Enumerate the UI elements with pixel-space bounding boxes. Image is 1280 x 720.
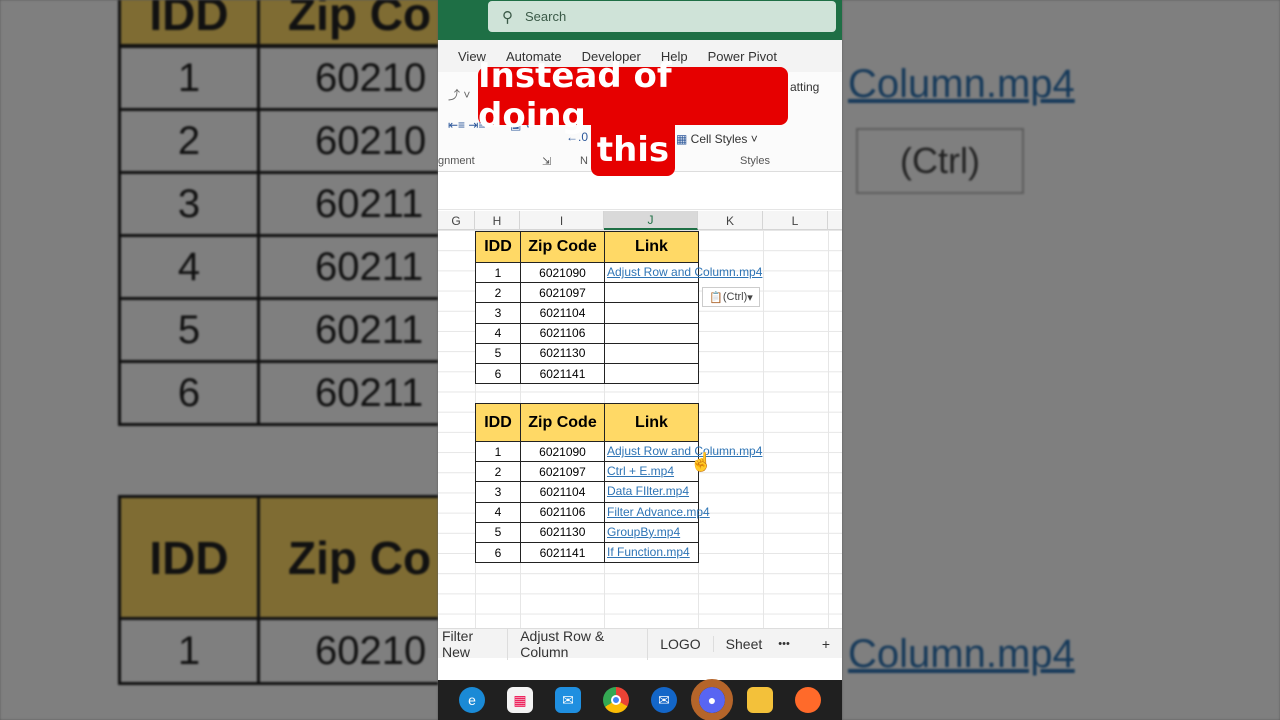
alignment-launcher-icon[interactable]: ⇲ xyxy=(542,155,551,168)
table-cell[interactable]: 6021090 xyxy=(520,441,605,463)
hyperlink[interactable]: Adjust Row and Column.mp4 xyxy=(607,265,762,279)
table-cell[interactable]: 6021130 xyxy=(520,521,605,543)
table-cell[interactable]: 6021097 xyxy=(520,282,605,304)
table-cell[interactable]: 1 xyxy=(475,441,521,463)
table-cell[interactable]: 6021090 xyxy=(520,262,605,284)
sheet-tab-logo[interactable]: LOGO xyxy=(648,635,714,652)
sheet-tabs: Filter New Adjust Row & Column LOGO Shee… xyxy=(438,627,842,660)
paste-options-label: (Ctrl) xyxy=(722,291,748,303)
table-cell[interactable]: 6021097 xyxy=(520,461,605,483)
hyperlink[interactable]: Filter Advance.mp4 xyxy=(607,505,710,519)
title-bar: ⚲ Search xyxy=(438,0,842,40)
search-box[interactable]: ⚲ Search xyxy=(488,1,836,32)
hyperlink[interactable]: Ctrl + E.mp4 xyxy=(607,464,674,478)
table-header-zip-code: Zip Code xyxy=(520,403,605,442)
table-cell[interactable]: 6 xyxy=(475,363,521,385)
thunderbird-icon[interactable]: ✉ xyxy=(651,687,677,713)
conditional-formatting-button[interactable]: atting xyxy=(790,80,819,94)
caption-banner-line2: this xyxy=(591,124,675,176)
styles-group-label: Styles xyxy=(740,155,770,167)
hyperlink[interactable]: Adjust Row and Column.mp4 xyxy=(607,444,762,458)
blurred-background-left: IDD Zip Co 16021026021036021146021156021… xyxy=(0,0,438,720)
more-sheets-button[interactable]: ••• xyxy=(766,638,802,650)
table-header-idd: IDD xyxy=(475,231,521,263)
firefox-icon[interactable] xyxy=(795,687,821,713)
table-cell[interactable] xyxy=(604,363,699,385)
table-header-link: Link xyxy=(604,231,699,263)
column-header-g[interactable]: G xyxy=(438,211,475,230)
table-cell[interactable] xyxy=(604,342,699,364)
sheet-tab-filter-new[interactable]: Filter New xyxy=(438,627,509,660)
search-icon: ⚲ xyxy=(502,8,513,26)
alignment-group-label: gnment xyxy=(438,155,475,167)
table-cell[interactable]: 3 xyxy=(475,481,521,503)
file-explorer-icon[interactable] xyxy=(747,687,773,713)
chrome-icon[interactable] xyxy=(603,687,629,713)
blurred-background-right: Column.mp4 (Ctrl) Column.mp4 xyxy=(842,0,1280,720)
edge-icon[interactable]: e xyxy=(459,687,485,713)
formula-area xyxy=(438,172,842,210)
column-header-j[interactable]: J xyxy=(604,211,698,230)
caption-banner: Instead of doing xyxy=(478,56,788,136)
orientation-icon[interactable]: ⤴ ˅ xyxy=(448,86,470,103)
table-cell[interactable]: 6021130 xyxy=(520,342,605,364)
search-placeholder: Search xyxy=(525,9,567,24)
table-cell[interactable]: 3 xyxy=(475,302,521,324)
hyperlink[interactable]: If Function.mp4 xyxy=(607,545,690,559)
table-cell[interactable]: 2 xyxy=(475,461,521,483)
paste-options-button[interactable]: 📋 (Ctrl) ▾ xyxy=(702,287,760,307)
column-headers: GHIJKL xyxy=(438,211,842,230)
column-header-l[interactable]: L xyxy=(763,211,828,230)
table-cell[interactable]: 6021106 xyxy=(520,322,605,344)
store-icon[interactable]: ▦ xyxy=(507,687,533,713)
table-cell[interactable]: 1 xyxy=(475,262,521,284)
table-cell[interactable]: 6 xyxy=(475,542,521,564)
table-cell[interactable] xyxy=(604,302,699,324)
column-header-k[interactable]: K xyxy=(698,211,763,230)
taskbar: e ▦ ✉ ✉ ● xyxy=(438,679,842,720)
table-header-zip-code: Zip Code xyxy=(520,231,605,263)
table-cell[interactable]: 4 xyxy=(475,501,521,523)
add-sheet-button[interactable]: + xyxy=(810,636,842,652)
table-cell[interactable]: 5 xyxy=(475,342,521,364)
table-cell[interactable]: 4 xyxy=(475,322,521,344)
grid-line xyxy=(828,230,829,628)
clipboard-icon: 📋 xyxy=(709,291,723,304)
table-cell[interactable]: 6021141 xyxy=(520,542,605,564)
sheet-tab-adjust-row-column[interactable]: Adjust Row & Column xyxy=(508,627,649,660)
table-cell[interactable]: 2 xyxy=(475,282,521,304)
table-cell[interactable]: 6021141 xyxy=(520,363,605,385)
number-group-label: N xyxy=(580,155,588,167)
table-header-idd: IDD xyxy=(475,403,521,442)
column-header-i[interactable]: I xyxy=(520,211,604,230)
hyperlink[interactable]: Data FIlter.mp4 xyxy=(607,484,689,498)
column-header-h[interactable]: H xyxy=(475,211,520,230)
hyperlink[interactable]: GroupBy.mp4 xyxy=(607,525,680,539)
table-cell[interactable]: 6021106 xyxy=(520,501,605,523)
table-cell[interactable]: 5 xyxy=(475,521,521,543)
table-cell[interactable] xyxy=(604,322,699,344)
hand-cursor-icon: ☝ xyxy=(690,452,713,472)
table-cell[interactable]: 6021104 xyxy=(520,302,605,324)
sheet-tab-sheet[interactable]: Sheet xyxy=(714,636,767,652)
table-header-link: Link xyxy=(604,403,699,442)
table-cell[interactable]: 6021104 xyxy=(520,481,605,503)
grid-line xyxy=(763,230,764,628)
discord-icon[interactable]: ● xyxy=(691,679,733,720)
table-cell[interactable] xyxy=(604,282,699,304)
mail-icon[interactable]: ✉ xyxy=(555,687,581,713)
